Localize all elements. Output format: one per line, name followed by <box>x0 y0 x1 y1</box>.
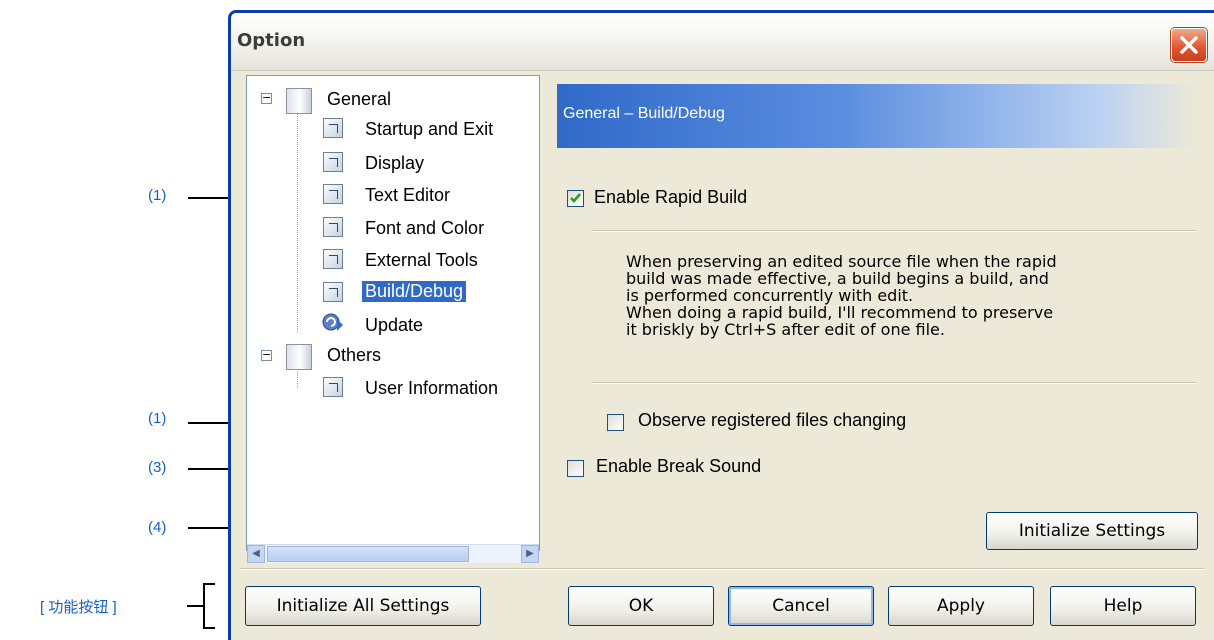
callout-3-break-sound: (3) <box>148 459 167 476</box>
page-icon <box>323 118 343 138</box>
enable-rapid-build-label[interactable]: Enable Rapid Build <box>594 187 747 208</box>
scroll-left-button[interactable]: ◀ <box>247 545 265 563</box>
enable-rapid-build-checkbox[interactable] <box>567 190 584 207</box>
scroll-right-button[interactable]: ▶ <box>521 545 539 563</box>
book-icon <box>286 344 312 370</box>
separator-top <box>592 230 1196 232</box>
apply-button[interactable]: Apply <box>888 586 1034 626</box>
tree-item-text-editor[interactable]: Text Editor <box>365 185 450 206</box>
tree-item-external-tools[interactable]: External Tools <box>365 250 478 271</box>
footer-separator <box>240 568 1204 570</box>
tree-item-build-debug[interactable]: Build/Debug <box>362 281 467 302</box>
update-icon <box>322 313 343 331</box>
enable-break-sound-label[interactable]: Enable Break Sound <box>596 456 761 477</box>
ok-button[interactable]: OK <box>568 586 714 626</box>
observe-files-checkbox[interactable] <box>607 414 624 431</box>
tree-item-update[interactable]: Update <box>365 315 423 336</box>
tree-item-general[interactable]: General <box>327 89 391 110</box>
rapid-build-description: When preserving an edited source file wh… <box>626 252 1057 339</box>
initialize-all-settings-button[interactable]: Initialize All Settings <box>245 586 481 626</box>
page-icon <box>323 184 343 204</box>
page-icon <box>323 217 343 237</box>
tree-connector-others <box>297 368 298 388</box>
page-icon <box>323 152 343 172</box>
window-title: Option <box>237 30 306 51</box>
scroll-thumb[interactable] <box>267 546 469 562</box>
callout-function-buttons: [ 功能按钮 ] <box>40 599 117 616</box>
callout-1-rapid-build: (1) <box>148 187 167 204</box>
help-button[interactable]: Help <box>1050 586 1196 626</box>
page-icon <box>323 249 343 269</box>
tree-item-others[interactable]: Others <box>327 345 381 366</box>
page-title: General – Build/Debug <box>563 105 725 122</box>
tree-item-user-information[interactable]: User Information <box>365 378 498 399</box>
tree-item-font-and-color[interactable]: Font and Color <box>365 218 484 239</box>
close-icon <box>1180 36 1198 54</box>
tree-connector-general <box>297 113 298 333</box>
collapse-others-toggle[interactable]: − <box>261 349 272 361</box>
callout-bracket-line <box>187 605 203 607</box>
initialize-settings-button[interactable]: Initialize Settings <box>986 512 1198 550</box>
page-icon <box>323 282 343 302</box>
close-button[interactable] <box>1171 28 1207 62</box>
cancel-button[interactable]: Cancel <box>728 586 874 626</box>
page-icon <box>323 377 343 397</box>
collapse-general-toggle[interactable]: − <box>261 92 272 104</box>
callout-bracket <box>203 583 215 629</box>
callout-1-observe-files: (1) <box>148 410 167 427</box>
observe-files-label[interactable]: Observe registered files changing <box>638 410 906 431</box>
title-bar[interactable]: Option <box>231 13 1214 71</box>
enable-break-sound-checkbox[interactable] <box>567 460 584 477</box>
tree-item-startup-and-exit[interactable]: Startup and Exit <box>365 119 493 140</box>
category-tree[interactable] <box>246 75 540 551</box>
checkmark-icon <box>570 193 581 203</box>
tree-item-display[interactable]: Display <box>365 153 424 174</box>
callout-4-initialize-settings: (4) <box>148 519 167 536</box>
tree-horizontal-scrollbar[interactable]: ◀ ▶ <box>247 544 539 563</box>
book-icon <box>286 88 312 114</box>
separator-bottom <box>592 382 1196 384</box>
